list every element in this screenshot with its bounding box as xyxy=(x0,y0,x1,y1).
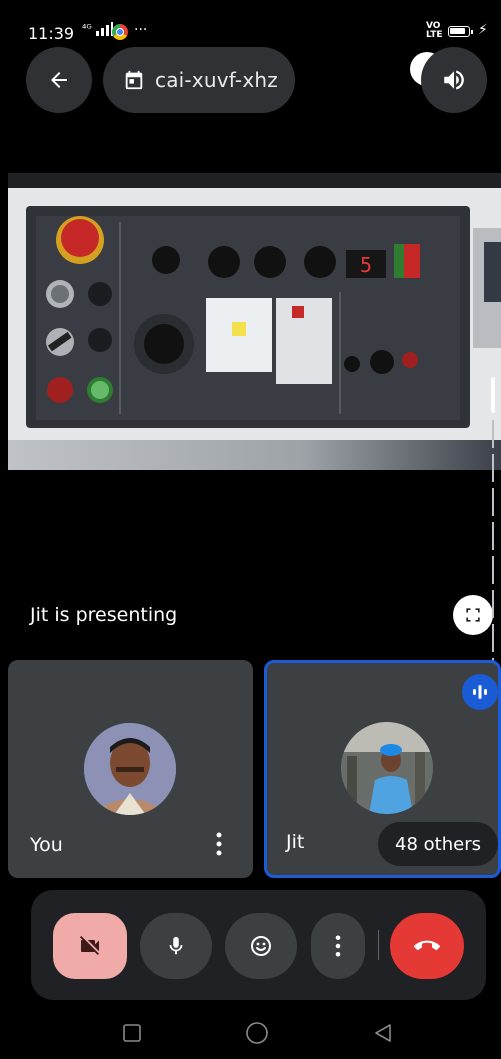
presenting-label: Jit is presenting xyxy=(30,604,178,626)
meeting-code: cai-xuvf-xhz xyxy=(155,68,278,92)
fullscreen-button[interactable] xyxy=(453,595,493,635)
recents-icon[interactable] xyxy=(122,1023,142,1043)
fullscreen-icon xyxy=(466,608,480,622)
signal-icon: ⁴ᴳ xyxy=(82,22,114,36)
emoji-icon xyxy=(251,936,271,956)
avatar-you xyxy=(84,723,176,815)
more-options-button[interactable] xyxy=(311,913,365,979)
others-count-button[interactable]: 48 others xyxy=(378,822,498,866)
videocam-off-icon xyxy=(80,936,99,955)
camera-toggle-button[interactable] xyxy=(53,913,127,979)
back-nav-icon[interactable] xyxy=(372,1022,394,1044)
participant-name: You xyxy=(30,834,63,856)
participant-name: Jit xyxy=(286,831,305,853)
more-vert-icon xyxy=(335,935,341,957)
calendar-icon xyxy=(125,70,143,90)
microphone-button[interactable] xyxy=(140,913,212,979)
shared-screen-image: 5 xyxy=(8,188,501,468)
shared-screen-image-bottom xyxy=(8,440,501,470)
volte-icon: VO LTE xyxy=(426,21,443,40)
home-icon[interactable] xyxy=(245,1021,269,1045)
avatar-jit xyxy=(341,722,433,814)
chrome-icon xyxy=(112,24,128,40)
notification-overflow-icon: ··· xyxy=(134,22,148,38)
back-button[interactable] xyxy=(26,47,92,113)
battery-icon xyxy=(448,26,473,37)
arrow-left-icon xyxy=(51,72,67,88)
speaker-icon xyxy=(444,70,464,90)
controls-divider xyxy=(378,930,379,960)
call-end-icon xyxy=(414,940,440,951)
audio-output-button[interactable] xyxy=(421,47,487,113)
participant-tile-you[interactable]: You xyxy=(8,660,253,878)
stage-divider xyxy=(8,173,501,188)
scrollbar-thumb[interactable] xyxy=(491,377,495,413)
reactions-button[interactable] xyxy=(225,913,297,979)
status-time: 11:39 xyxy=(28,24,75,43)
speaking-indicator-icon xyxy=(462,674,498,710)
charging-icon: ⚡ xyxy=(478,22,488,38)
network-type: ⁴ᴳ xyxy=(82,22,92,35)
status-bar: 11:39 ⁴ᴳ ··· VO LTE ⚡ xyxy=(0,0,501,50)
system-navigation-bar xyxy=(0,1005,501,1059)
mic-icon xyxy=(169,936,183,955)
svg-text:5: 5 xyxy=(360,253,372,277)
scrollbar-track xyxy=(492,420,494,665)
end-call-button[interactable] xyxy=(390,913,464,979)
meeting-code-button[interactable]: cai-xuvf-xhz xyxy=(103,47,295,113)
more-vert-icon[interactable] xyxy=(216,832,222,856)
